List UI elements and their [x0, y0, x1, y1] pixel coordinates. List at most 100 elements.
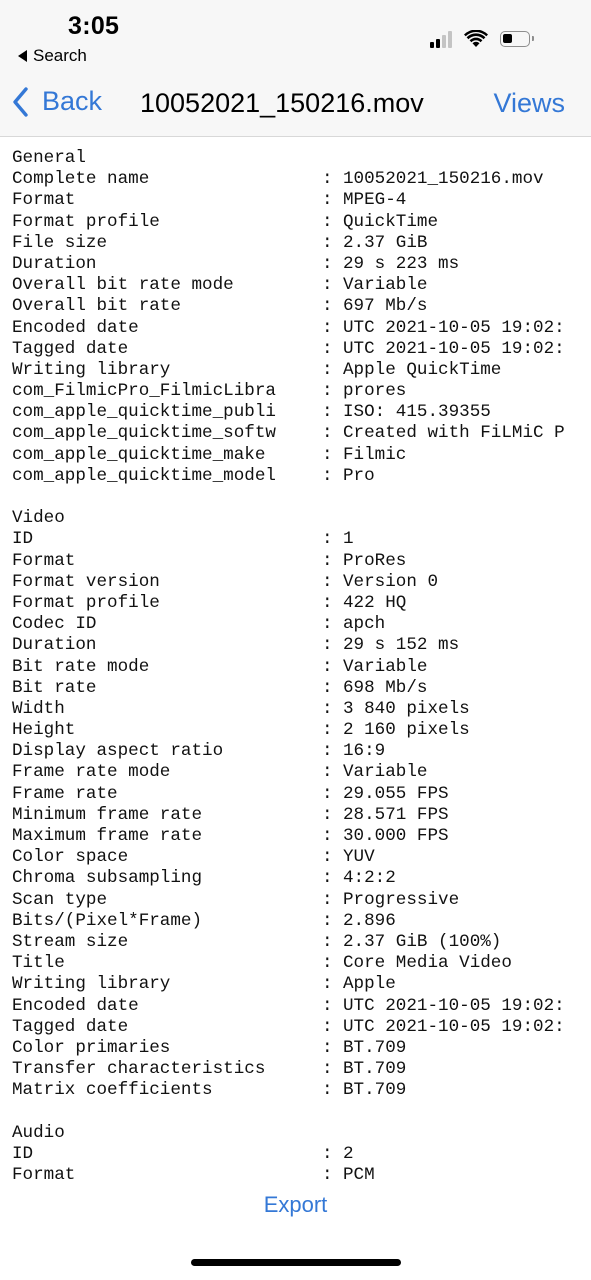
info-separator: : [322, 1016, 333, 1037]
info-label: Color space [12, 847, 129, 868]
info-separator: : [322, 169, 333, 190]
info-label: Overall bit rate [12, 296, 181, 317]
info-separator: : [322, 720, 333, 741]
info-row: Width:3 840 pixels [12, 699, 591, 720]
info-label: Encoded date [12, 995, 139, 1016]
info-separator: : [322, 550, 333, 571]
info-value: 2 [343, 1143, 354, 1164]
info-label: Format [12, 190, 76, 211]
info-value: UTC 2021-10-05 19:02: [343, 1016, 565, 1037]
info-row: com_apple_quicktime_softw: Created with F… [12, 423, 591, 444]
info-value: BT.709 [343, 1059, 407, 1080]
info-separator: : [322, 423, 333, 444]
info-label: Overall bit rate mode [12, 275, 234, 296]
info-separator: : [322, 1037, 333, 1058]
info-row: Bits/(Pixel*Frame):2.896 [12, 911, 591, 932]
info-separator: : [322, 381, 333, 402]
home-indicator[interactable] [191, 1259, 401, 1266]
info-label: com_apple_quicktime_model [12, 465, 276, 486]
back-triangle-icon [18, 50, 27, 62]
info-label: Width [12, 698, 65, 719]
info-value: Variable [343, 656, 428, 677]
info-separator: : [322, 465, 333, 486]
info-row: Duration:29 s 223 ms [12, 254, 591, 275]
info-value: UTC 2021-10-05 19:02: [343, 995, 565, 1016]
info-separator: : [322, 804, 333, 825]
info-label: Maximum frame rate [12, 826, 203, 846]
info-value: UTC 2021-10-05 19:02: [343, 338, 565, 359]
info-separator: : [322, 635, 333, 656]
info-row: Format: MPEG-4 [12, 190, 591, 211]
info-separator: : [322, 338, 333, 359]
info-value: Variable [343, 275, 428, 296]
export-button[interactable]: Export [0, 1192, 591, 1218]
info-row: Format profile: QuickTime [12, 212, 591, 233]
info-value: 29 s 223 ms [343, 253, 460, 274]
info-value: Filmic [343, 444, 407, 465]
info-label: Height [12, 720, 76, 741]
info-separator: : [322, 571, 333, 592]
info-separator: : [322, 953, 333, 974]
header: 3:05 Search Back 10052021_150216.mov Vie… [0, 0, 591, 137]
info-label: Bit rate mode [12, 656, 150, 677]
info-label: Duration [12, 635, 97, 656]
info-label: Complete name [12, 169, 150, 190]
info-label: Title [12, 953, 65, 974]
info-row: Scan type: Progressive [12, 890, 591, 911]
info-value: 2.37 GiB [343, 232, 428, 253]
back-to-app-link[interactable]: Search [18, 46, 87, 66]
info-label: Format [12, 550, 76, 571]
info-label: Format version [12, 571, 160, 592]
info-label: com_apple_quicktime_make [12, 444, 266, 465]
back-button[interactable]: Back [12, 86, 102, 117]
views-button[interactable]: Views [493, 88, 565, 119]
info-label: Duration [12, 253, 97, 274]
info-label: Transfer characteristics [12, 1059, 266, 1080]
info-row: Height:2 160 pixels [12, 720, 591, 741]
info-row: Complete name:10052021_150216.mov [12, 169, 591, 190]
info-value: 422 HQ [343, 592, 407, 613]
info-label: Scan type [12, 889, 108, 910]
info-row: Writing library: Apple QuickTime [12, 360, 591, 381]
info-value: Created with FiLMiC P [343, 423, 565, 444]
info-label: Stream size [12, 931, 129, 952]
info-row: Tagged date: UTC 2021-10-05 19:02: [12, 339, 591, 360]
info-separator: : [322, 995, 333, 1016]
info-value: PCM [343, 1165, 375, 1185]
info-separator: : [322, 741, 333, 762]
info-row: Matrix coefficients: BT.709 [12, 1080, 591, 1101]
info-value: 28.571 FPS [343, 804, 449, 825]
info-value: ProRes [343, 550, 407, 571]
info-label: Chroma subsampling [12, 868, 203, 889]
info-separator: : [322, 275, 333, 296]
back-button-label: Back [42, 86, 103, 116]
info-separator: : [322, 232, 333, 253]
info-row: Duration:29 s 152 ms [12, 635, 591, 656]
info-value: 2.37 GiB (100%) [343, 931, 502, 952]
info-value: 29.055 FPS [343, 783, 449, 804]
info-label: Writing library [12, 359, 171, 380]
info-row: Format version: Version 0 [12, 572, 591, 593]
info-row: Chroma subsampling:4:2:2 [12, 868, 591, 889]
wifi-icon [464, 30, 488, 47]
info-row: Color space: YUV [12, 847, 591, 868]
info-row: ID:1 [12, 529, 591, 550]
info-row: Maximum frame rate:30.000 FPS [12, 826, 591, 847]
info-separator: : [322, 698, 333, 719]
info-row: Codec ID: apch [12, 614, 591, 635]
info-value: ISO: 415.39355 [343, 402, 491, 423]
info-separator: : [322, 1059, 333, 1080]
info-separator: : [322, 444, 333, 465]
info-label: com_apple_quicktime_softw [12, 423, 276, 444]
info-separator: : [322, 868, 333, 889]
info-row: Format: ProRes [12, 551, 591, 572]
info-value: MPEG-4 [343, 190, 407, 211]
info-label: Bits/(Pixel*Frame) [12, 910, 203, 931]
info-label: Frame rate [12, 783, 118, 804]
info-separator: : [322, 1165, 333, 1185]
info-label: Tagged date [12, 1016, 129, 1037]
info-row: com_FilmicPro_FilmicLibra: prores [12, 381, 591, 402]
info-row: com_apple_quicktime_make: Filmic [12, 445, 591, 466]
info-label: Bit rate [12, 677, 97, 698]
info-separator: : [322, 889, 333, 910]
